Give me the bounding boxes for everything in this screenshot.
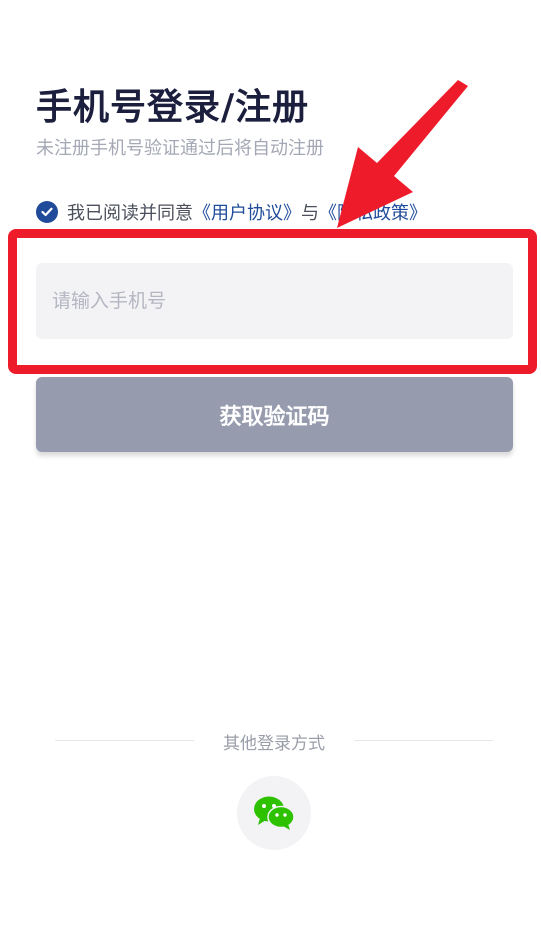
wechat-icon [254,796,295,830]
divider-right [354,740,493,741]
divider-left [55,740,194,741]
other-login-label: 其他登录方式 [223,734,325,754]
wechat-login-button[interactable] [237,776,311,850]
